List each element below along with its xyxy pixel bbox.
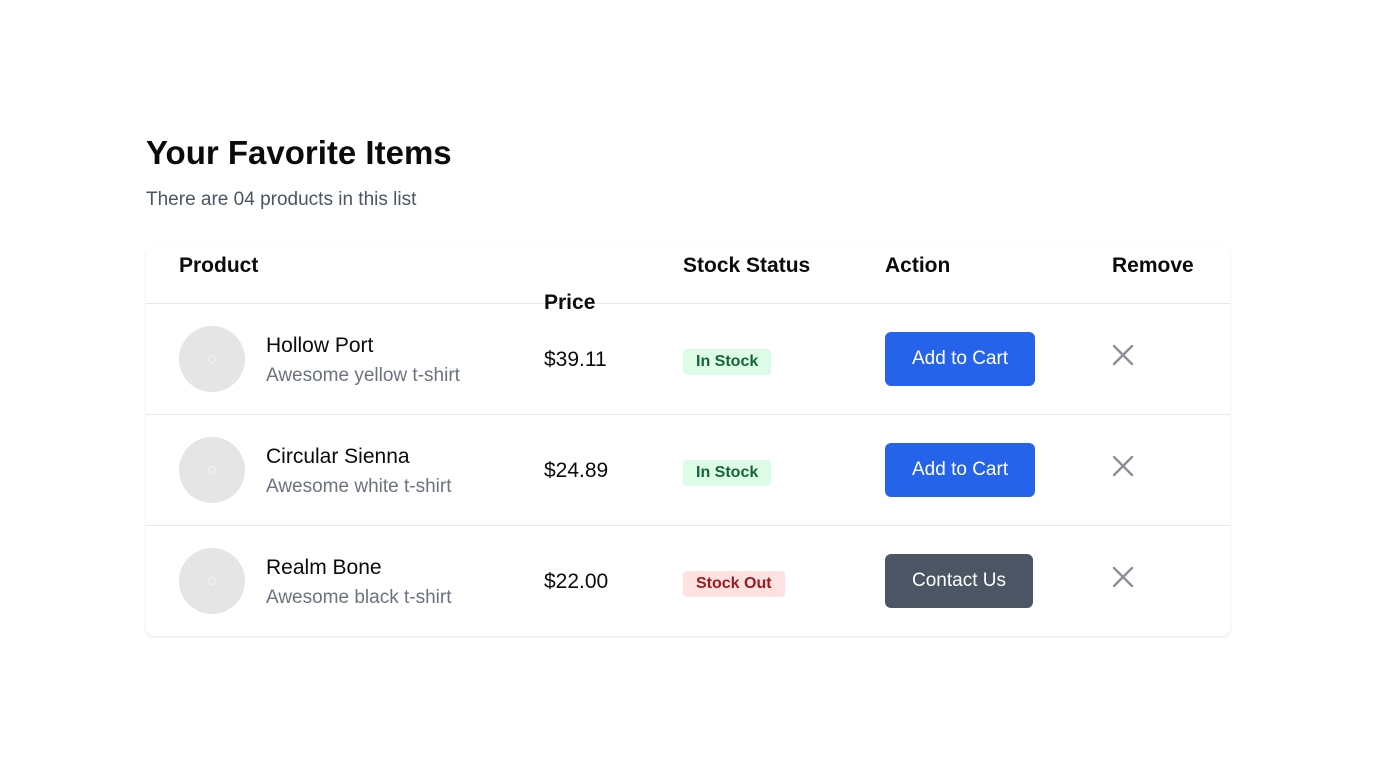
close-icon (1112, 566, 1134, 588)
product-name: Hollow Port (266, 334, 374, 357)
page-title: Your Favorite Items (146, 134, 452, 171)
product-description: Awesome white t-shirt (266, 476, 452, 497)
product-description: Awesome yellow t-shirt (266, 365, 460, 386)
product-thumbnail (179, 437, 245, 503)
stock-status-badge: Stock Out (683, 571, 785, 597)
table-row: Hollow Port Awesome yellow t-shirt $39.1… (146, 304, 1230, 415)
close-icon (1112, 455, 1134, 477)
remove-item-button[interactable] (1112, 562, 1142, 592)
product-thumbnail (179, 548, 245, 614)
product-price: $39.11 (544, 348, 607, 371)
column-header-remove: Remove (1112, 254, 1194, 277)
close-icon (1112, 344, 1134, 366)
product-price: $22.00 (544, 570, 609, 593)
favorites-page: Your Favorite Items There are 04 product… (0, 0, 1376, 768)
column-header-product: Product (179, 254, 259, 277)
contact-us-button[interactable]: Contact Us (885, 554, 1033, 608)
product-price: $24.89 (544, 459, 609, 482)
product-name: Realm Bone (266, 556, 382, 579)
product-thumbnail (179, 326, 245, 392)
column-header-stock-status: Stock Status (683, 254, 811, 277)
stock-status-badge: In Stock (683, 460, 772, 486)
remove-item-button[interactable] (1112, 451, 1142, 481)
column-header-action: Action (885, 254, 951, 277)
product-count-text: There are 04 products in this list (146, 189, 417, 210)
table-row: Realm Bone Awesome black t-shirt $22.00 … (146, 526, 1230, 636)
product-description: Awesome black t-shirt (266, 587, 452, 608)
table-row: Circular Sienna Awesome white t-shirt $2… (146, 415, 1230, 526)
add-to-cart-button[interactable]: Add to Cart (885, 332, 1036, 386)
product-name: Circular Sienna (266, 445, 410, 468)
add-to-cart-button[interactable]: Add to Cart (885, 443, 1036, 497)
stock-status-badge: In Stock (683, 349, 772, 375)
table-header: Product Price Stock Status Action Remove (146, 247, 1230, 314)
favorites-table: Product Price Stock Status Action Remove… (146, 247, 1230, 636)
remove-item-button[interactable] (1112, 340, 1142, 370)
